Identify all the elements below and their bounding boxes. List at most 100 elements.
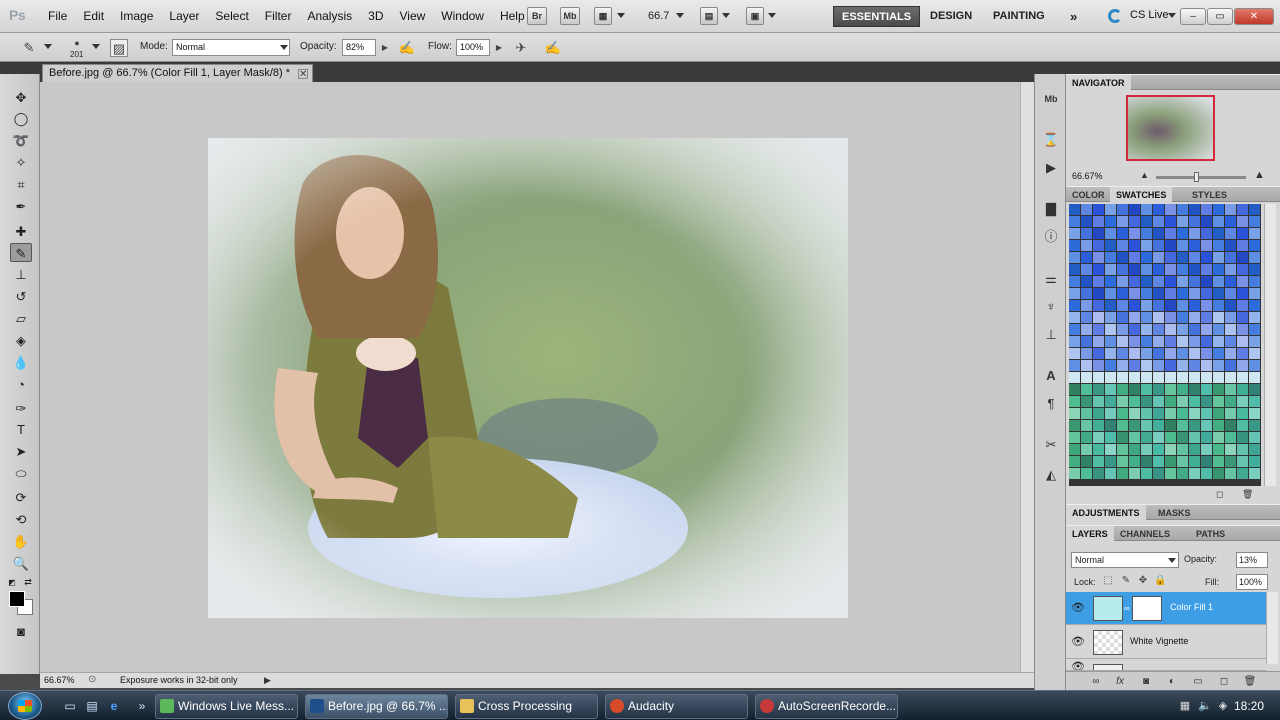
- swatch[interactable]: [1117, 348, 1129, 360]
- menu-3d[interactable]: 3D: [360, 0, 391, 33]
- swatch[interactable]: [1165, 252, 1177, 264]
- swatch[interactable]: [1105, 216, 1117, 228]
- swatch[interactable]: [1213, 384, 1225, 396]
- layers-scrollbar[interactable]: [1266, 592, 1278, 664]
- swatch[interactable]: [1081, 264, 1093, 276]
- navigator-thumbnail[interactable]: [1126, 95, 1215, 161]
- swatch[interactable]: [1249, 276, 1261, 288]
- brush-tool-icon[interactable]: ✎: [10, 243, 32, 262]
- swatch[interactable]: [1141, 360, 1153, 372]
- swatch[interactable]: [1093, 432, 1105, 444]
- swatch[interactable]: [1201, 216, 1213, 228]
- swatch[interactable]: [1201, 336, 1213, 348]
- shape-tool-icon[interactable]: ⬭: [10, 464, 32, 483]
- 3d-icon[interactable]: ◭: [1041, 466, 1061, 484]
- tablet-size-icon[interactable]: ✍: [544, 39, 562, 57]
- lock-position-icon[interactable]: ✥: [1137, 575, 1149, 587]
- swatch[interactable]: [1117, 384, 1129, 396]
- taskbar-item-photoshop[interactable]: Before.jpg @ 66.7% ...: [305, 694, 448, 719]
- swatch[interactable]: [1177, 204, 1189, 216]
- paint-bucket-tool-icon[interactable]: ◈: [10, 331, 32, 350]
- cs-live-dropdown-icon[interactable]: [1168, 13, 1176, 18]
- swatch[interactable]: [1141, 336, 1153, 348]
- swatch[interactable]: [1249, 300, 1261, 312]
- swatch[interactable]: [1117, 312, 1129, 324]
- swatch[interactable]: [1189, 336, 1201, 348]
- swatch[interactable]: [1141, 456, 1153, 468]
- swatch[interactable]: [1213, 300, 1225, 312]
- swatch[interactable]: [1189, 276, 1201, 288]
- swatch[interactable]: [1093, 240, 1105, 252]
- swatch[interactable]: [1117, 432, 1129, 444]
- zoom-tool-icon[interactable]: 🔍: [10, 554, 32, 573]
- swatch[interactable]: [1141, 240, 1153, 252]
- swatch[interactable]: [1225, 396, 1237, 408]
- swatch[interactable]: [1129, 336, 1141, 348]
- swatch[interactable]: [1093, 228, 1105, 240]
- swatch[interactable]: [1225, 276, 1237, 288]
- swatch[interactable]: [1093, 324, 1105, 336]
- swatch[interactable]: [1165, 300, 1177, 312]
- volume-icon[interactable]: 🔈: [1198, 699, 1212, 713]
- swatch[interactable]: [1081, 228, 1093, 240]
- swatch[interactable]: [1105, 432, 1117, 444]
- lock-all-icon[interactable]: 🔒: [1154, 575, 1166, 587]
- swatch[interactable]: [1177, 336, 1189, 348]
- swatch[interactable]: [1249, 456, 1261, 468]
- swatch[interactable]: [1105, 408, 1117, 420]
- pen-tool-icon[interactable]: ✑: [10, 399, 32, 418]
- swatch[interactable]: [1249, 468, 1261, 480]
- swatch[interactable]: [1225, 468, 1237, 480]
- swatch[interactable]: [1093, 408, 1105, 420]
- tablet-opacity-icon[interactable]: ✍: [398, 39, 416, 57]
- adjustment-layer-icon[interactable]: ◐: [1164, 674, 1180, 689]
- swatch[interactable]: [1093, 456, 1105, 468]
- swatch[interactable]: [1189, 456, 1201, 468]
- swatch[interactable]: [1069, 264, 1081, 276]
- swatch[interactable]: [1081, 288, 1093, 300]
- airbrush-icon[interactable]: ✈: [512, 39, 530, 57]
- swatch[interactable]: [1225, 444, 1237, 456]
- swatch[interactable]: [1201, 312, 1213, 324]
- swatch[interactable]: [1105, 228, 1117, 240]
- swatch[interactable]: [1213, 456, 1225, 468]
- swatch[interactable]: [1165, 276, 1177, 288]
- swatch[interactable]: [1177, 384, 1189, 396]
- swatch[interactable]: [1165, 384, 1177, 396]
- swatch[interactable]: [1117, 264, 1129, 276]
- swatch[interactable]: [1201, 432, 1213, 444]
- swatch[interactable]: [1237, 372, 1249, 384]
- swatch[interactable]: [1237, 216, 1249, 228]
- swatch[interactable]: [1141, 288, 1153, 300]
- swatch[interactable]: [1117, 372, 1129, 384]
- swatch[interactable]: [1117, 216, 1129, 228]
- swatch[interactable]: [1237, 324, 1249, 336]
- swatch[interactable]: [1093, 336, 1105, 348]
- swatch[interactable]: [1177, 372, 1189, 384]
- swatch[interactable]: [1153, 324, 1165, 336]
- swatch[interactable]: [1105, 324, 1117, 336]
- swatch[interactable]: [1069, 216, 1081, 228]
- swatch[interactable]: [1201, 420, 1213, 432]
- swatch[interactable]: [1093, 348, 1105, 360]
- swatch[interactable]: [1093, 252, 1105, 264]
- close-button[interactable]: ✕: [1234, 8, 1274, 25]
- healing-brush-tool-icon[interactable]: ✚: [10, 222, 32, 241]
- swatch[interactable]: [1105, 336, 1117, 348]
- tab-adjustments[interactable]: ADJUSTMENTS: [1066, 505, 1146, 521]
- swatch[interactable]: [1069, 228, 1081, 240]
- swatch[interactable]: [1201, 252, 1213, 264]
- flow-field[interactable]: 100%: [456, 39, 490, 56]
- swatch[interactable]: [1081, 360, 1093, 372]
- 3d-rotate-tool-icon[interactable]: ⟳: [10, 488, 32, 507]
- blend-mode-dropdown-icon[interactable]: [1168, 558, 1176, 563]
- swatch[interactable]: [1129, 204, 1141, 216]
- swatch[interactable]: [1117, 408, 1129, 420]
- swatch[interactable]: [1117, 420, 1129, 432]
- swatch[interactable]: [1237, 264, 1249, 276]
- swatch[interactable]: [1165, 444, 1177, 456]
- menu-view[interactable]: View: [391, 0, 433, 33]
- panels-collapse-bar[interactable]: [1034, 62, 1280, 74]
- swatch[interactable]: [1153, 444, 1165, 456]
- swatch[interactable]: [1189, 288, 1201, 300]
